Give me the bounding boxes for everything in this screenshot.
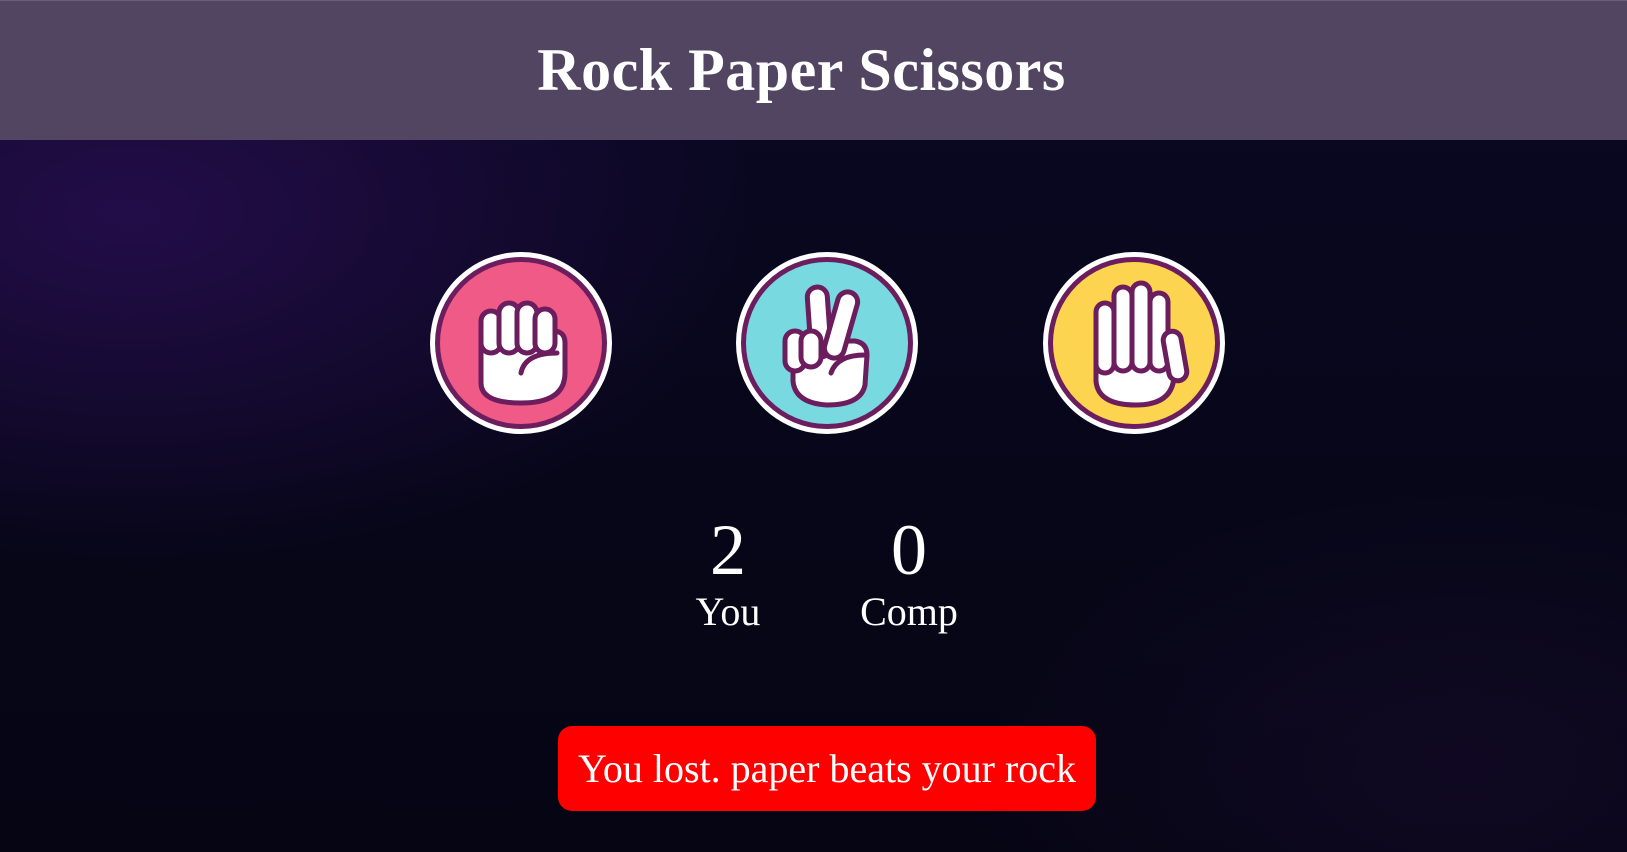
user-score: 2 You <box>658 510 798 634</box>
user-score-label: You <box>695 589 761 634</box>
result-message: You lost. paper beats your rock <box>558 726 1096 811</box>
peace-hand-icon <box>736 252 918 434</box>
comp-score-label: Comp <box>860 589 958 634</box>
open-hand-icon <box>1043 252 1225 434</box>
paper-choice-button[interactable] <box>1042 251 1226 435</box>
scissors-choice-button[interactable] <box>735 251 919 435</box>
comp-score: 0 Comp <box>839 510 979 634</box>
fist-icon <box>430 252 612 434</box>
app-header: Rock Paper Scissors <box>0 0 1627 140</box>
user-score-value: 2 <box>710 510 746 590</box>
rock-choice-button[interactable] <box>429 251 613 435</box>
page-title: Rock Paper Scissors <box>537 37 1066 103</box>
comp-score-value: 0 <box>891 510 927 590</box>
